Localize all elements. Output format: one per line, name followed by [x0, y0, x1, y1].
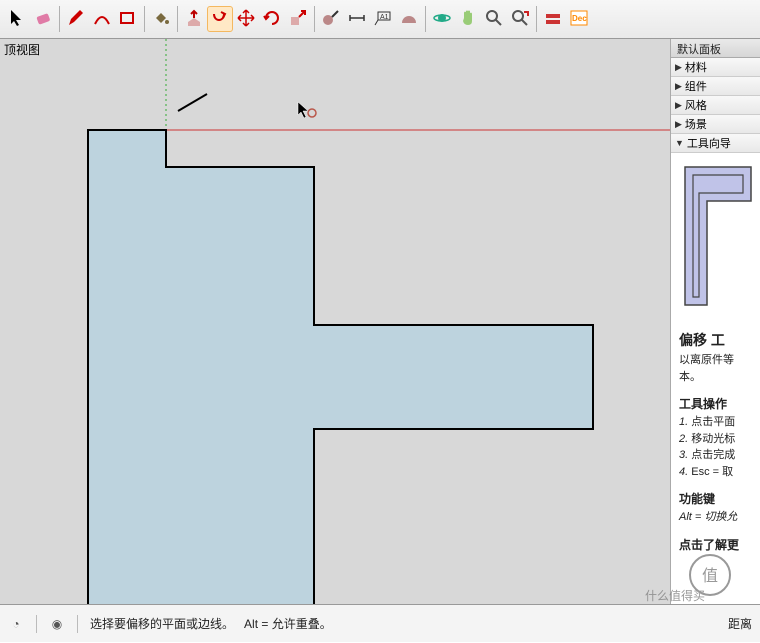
instructor-ops-header: 工具操作 — [679, 395, 756, 412]
instructor-keys-text: Alt = 切换允 — [679, 509, 756, 526]
outliner-icon: Dec — [569, 8, 589, 31]
triangle-right-icon: ▶ — [675, 81, 682, 92]
select-tool-button[interactable] — [4, 6, 30, 32]
pencil-icon — [66, 8, 86, 31]
instructor-panel: 偏移 工 以离原件等 本。 工具操作 1. 点击平面2. 移动光标3. 点击完成… — [671, 153, 760, 604]
status-separator — [36, 615, 37, 633]
instructor-op-0: 1. 点击平面 — [679, 414, 756, 431]
view-label: 顶视图 — [4, 41, 40, 58]
text-icon: A1 — [373, 8, 393, 31]
section-icon — [543, 8, 563, 31]
panel-item-1[interactable]: ▶组件 — [671, 77, 760, 96]
person-icon[interactable]: ◉ — [49, 616, 65, 632]
scale-icon — [288, 8, 308, 31]
status-separator — [77, 615, 78, 633]
zoom-extents-icon — [510, 8, 530, 31]
rotate-tool-button[interactable] — [259, 6, 285, 32]
outliner-tool-button[interactable]: Dec — [566, 6, 592, 32]
toolbar-separator — [425, 6, 426, 32]
triangle-right-icon: ▶ — [675, 62, 682, 73]
triangle-down-icon: ▼ — [675, 138, 684, 148]
pan-tool-button[interactable] — [455, 6, 481, 32]
triangle-right-icon: ▶ — [675, 100, 682, 111]
protractor-tool-button[interactable] — [396, 6, 422, 32]
tape-measure-tool-button[interactable] — [318, 6, 344, 32]
panel-item-label: 工具向导 — [687, 135, 731, 151]
arc-tool-button[interactable] — [89, 6, 115, 32]
shape-icon — [118, 8, 138, 31]
instructor-keys-header: 功能键 — [679, 490, 756, 507]
orbit-tool-button[interactable] — [429, 6, 455, 32]
dimension-icon — [347, 8, 367, 31]
dimension-tool-button[interactable] — [344, 6, 370, 32]
offset-icon — [210, 8, 230, 31]
zoom-tool-button[interactable] — [481, 6, 507, 32]
status-bar: ◔ ◉ 选择要偏移的平面或边线。 Alt = 允许重叠。 距离 — [0, 604, 760, 642]
measurement-label: 距离 — [728, 615, 752, 632]
zoom-icon — [484, 8, 504, 31]
triangle-right-icon: ▶ — [675, 119, 682, 130]
main-toolbar: A1 Dec — [0, 0, 760, 39]
panel-header: 默认面板 — [671, 39, 760, 58]
instructor-title: 偏移 工 — [679, 330, 756, 350]
instructor-more[interactable]: 点击了解更 — [679, 536, 756, 553]
move-icon — [236, 8, 256, 31]
panel-item-0[interactable]: ▶材料 — [671, 58, 760, 77]
floor-plan-shape[interactable] — [88, 130, 593, 604]
paint-bucket-icon — [151, 8, 171, 31]
panel-item-label: 组件 — [685, 78, 707, 94]
eraser-icon — [33, 8, 53, 31]
instructor-op-2: 3. 点击完成 — [679, 447, 756, 464]
toolbar-separator — [177, 6, 178, 32]
tape-measure-icon — [321, 8, 341, 31]
instructor-subtitle-2: 本。 — [679, 369, 756, 386]
text-tool-button[interactable]: A1 — [370, 6, 396, 32]
section-tool-button[interactable] — [540, 6, 566, 32]
viewport[interactable]: 顶视图 — [0, 39, 670, 604]
instructor-op-1: 2. 移动光标 — [679, 431, 756, 448]
toolbar-separator — [59, 6, 60, 32]
panel-item-label: 场景 — [685, 116, 707, 132]
scale-tool-button[interactable] — [285, 6, 311, 32]
pencil-tool-button[interactable] — [63, 6, 89, 32]
protractor-icon — [399, 8, 419, 31]
status-hint: 选择要偏移的平面或边线。 Alt = 允许重叠。 — [90, 615, 332, 632]
instructor-subtitle-1: 以离原件等 — [679, 352, 756, 369]
workspace: 顶视图 默认面板 ▶材料▶组件▶风格▶场景▼工具向导 偏移 工 以离原件等 — [0, 39, 760, 604]
offset-tool-button[interactable] — [207, 6, 233, 32]
offset-cursor-icon — [298, 102, 316, 118]
pushpull-icon — [184, 8, 204, 31]
svg-text:A1: A1 — [380, 14, 389, 21]
paint-bucket-tool-button[interactable] — [148, 6, 174, 32]
move-tool-button[interactable] — [233, 6, 259, 32]
toolbar-separator — [314, 6, 315, 32]
rotate-icon — [262, 8, 282, 31]
shape-tool-button[interactable] — [115, 6, 141, 32]
panel-item-4[interactable]: ▼工具向导 — [671, 134, 760, 153]
select-icon — [7, 8, 27, 31]
arc-icon — [92, 8, 112, 31]
toolbar-separator — [144, 6, 145, 32]
toolbar-separator — [536, 6, 537, 32]
panel-item-3[interactable]: ▶场景 — [671, 115, 760, 134]
svg-text:Dec: Dec — [572, 14, 587, 23]
panel-item-2[interactable]: ▶风格 — [671, 96, 760, 115]
pan-icon — [458, 8, 478, 31]
help-icon[interactable]: ◔ — [8, 616, 24, 632]
drawn-line-mark — [178, 94, 207, 111]
drawing-canvas[interactable] — [0, 39, 670, 604]
zoom-extents-tool-button[interactable] — [507, 6, 533, 32]
panel-item-label: 材料 — [685, 59, 707, 75]
pushpull-tool-button[interactable] — [181, 6, 207, 32]
instructor-diagram-icon — [679, 161, 755, 311]
panel-item-label: 风格 — [685, 97, 707, 113]
right-panel: 默认面板 ▶材料▶组件▶风格▶场景▼工具向导 偏移 工 以离原件等 本。 工具操… — [670, 39, 760, 604]
eraser-tool-button[interactable] — [30, 6, 56, 32]
orbit-icon — [432, 8, 452, 31]
instructor-op-3: 4. Esc = 取 — [679, 464, 756, 481]
